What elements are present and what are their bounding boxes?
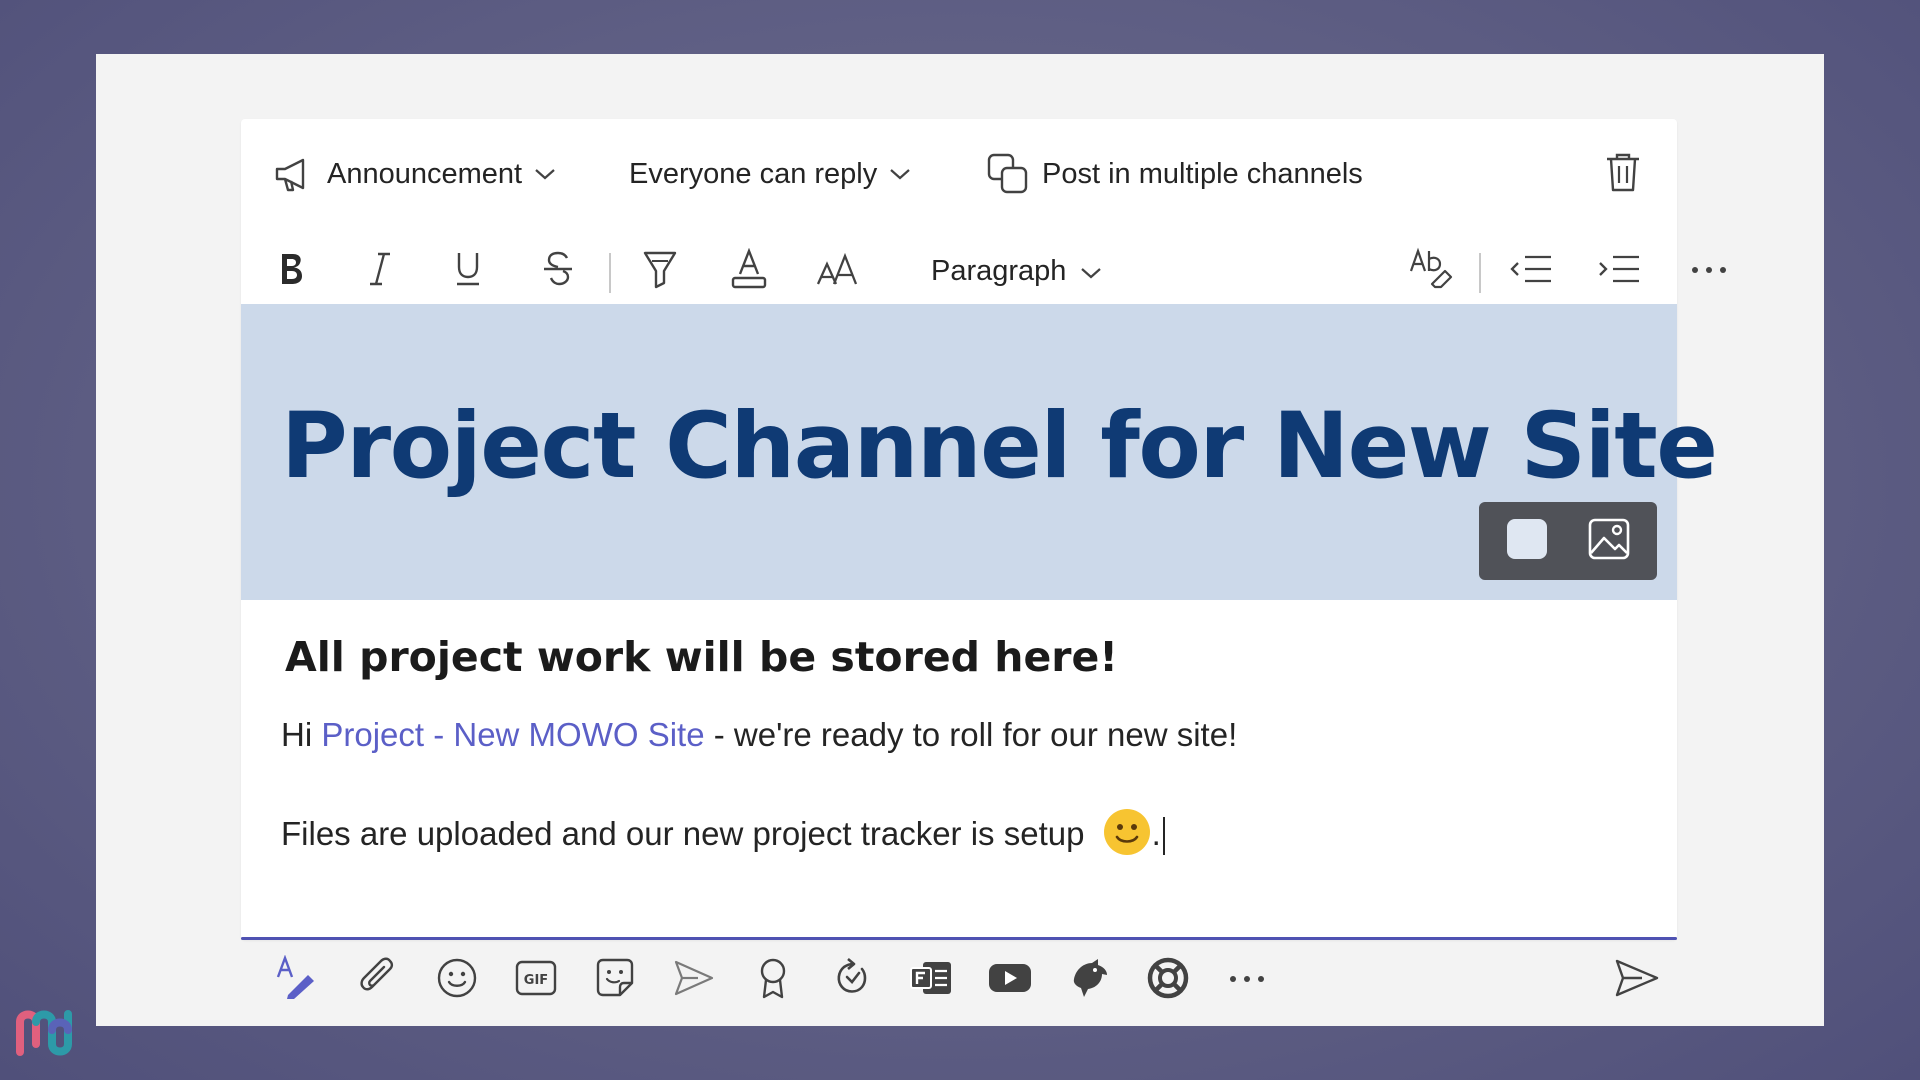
copy-channels-icon	[986, 152, 1030, 196]
post-options-row: Announcement Everyone can reply Post in …	[241, 119, 1677, 231]
more-icon	[1691, 262, 1727, 280]
message-punctuation: .	[1151, 815, 1161, 852]
paragraph-style-dropdown[interactable]: Paragraph	[931, 243, 1102, 299]
strikethrough-button[interactable]	[530, 243, 586, 299]
color-swatch-icon	[1506, 518, 1548, 565]
bird-icon	[1068, 957, 1110, 1004]
message-text: Files are uploaded and our new project t…	[281, 815, 1085, 852]
more-formatting-button[interactable]	[1681, 243, 1737, 299]
app-bird-button[interactable]	[1061, 952, 1117, 1008]
clear-formatting-button[interactable]	[1403, 243, 1459, 299]
send-icon	[1614, 957, 1660, 1004]
formatting-toolbar: Paragraph	[241, 231, 1726, 311]
post-multiple-channels-button[interactable]: Post in multiple channels	[986, 151, 1363, 197]
bold-button[interactable]	[264, 243, 320, 299]
highlighter-icon	[642, 249, 678, 294]
message-line[interactable]: Hi Project - New MOWO Site - we're ready…	[281, 716, 1237, 754]
channel-logo	[14, 1000, 84, 1058]
decrease-indent-icon	[1509, 253, 1553, 290]
font-color-button[interactable]	[721, 243, 777, 299]
youtube-icon	[988, 962, 1032, 999]
youtube-button[interactable]	[982, 952, 1038, 1008]
message-composer: Announcement Everyone can reply Post in …	[241, 119, 1726, 940]
chevron-down-icon	[889, 167, 911, 181]
gif-icon: GIF	[515, 959, 557, 1002]
sticker-button[interactable]	[587, 952, 643, 1008]
increase-indent-icon	[1597, 253, 1641, 290]
increase-indent-button[interactable]	[1591, 243, 1647, 299]
message-line[interactable]: Files are uploaded and our new project t…	[281, 809, 1165, 857]
text-cursor	[1162, 817, 1165, 856]
compose-actions-toolbar: GIF	[241, 944, 1677, 1016]
help-app-button[interactable]	[1140, 952, 1196, 1008]
composer-focus-underline	[241, 937, 1677, 940]
format-icon	[276, 954, 322, 1006]
attach-button[interactable]	[350, 952, 406, 1008]
send-button[interactable]	[1609, 952, 1665, 1008]
clear-formatting-icon	[1409, 247, 1453, 296]
strikethrough-icon	[542, 250, 574, 293]
banner-tools	[1479, 502, 1657, 580]
svg-text:GIF: GIF	[524, 973, 548, 988]
font-color-icon	[730, 247, 768, 295]
greeting-text: Hi	[281, 716, 322, 753]
subject-heading[interactable]: All project work will be stored here!	[285, 633, 1118, 681]
bold-icon	[277, 251, 307, 292]
reply-setting-label: Everyone can reply	[629, 157, 878, 190]
meet-now-button[interactable]	[666, 952, 722, 1008]
format-button[interactable]	[271, 952, 327, 1008]
emoji-button[interactable]	[429, 952, 485, 1008]
image-icon	[1588, 518, 1630, 565]
more-icon	[1229, 971, 1265, 989]
post-multiple-channels-label: Post in multiple channels	[1042, 157, 1363, 190]
banner-color-button[interactable]	[1503, 517, 1551, 565]
attach-icon	[358, 957, 398, 1004]
sticker-icon	[594, 957, 636, 1004]
channel-mention[interactable]: Project - New MOWO Site	[321, 716, 704, 753]
italic-icon	[365, 251, 395, 292]
underline-icon	[453, 250, 483, 293]
praise-button[interactable]	[745, 952, 801, 1008]
banner-headline[interactable]: Project Channel for New Site	[281, 394, 1718, 499]
underline-button[interactable]	[440, 243, 496, 299]
more-apps-button[interactable]	[1219, 952, 1275, 1008]
paragraph-style-label: Paragraph	[931, 254, 1067, 287]
italic-button[interactable]	[352, 243, 408, 299]
chevron-down-icon	[1080, 255, 1102, 288]
forms-button[interactable]	[903, 952, 959, 1008]
decrease-indent-button[interactable]	[1503, 243, 1559, 299]
delete-button[interactable]	[1601, 151, 1645, 197]
message-text: - we're ready to roll for our new site!	[704, 716, 1238, 753]
font-size-button[interactable]	[810, 243, 866, 299]
gif-button[interactable]: GIF	[508, 952, 564, 1008]
toolbar-separator	[609, 253, 611, 293]
announcement-banner: Project Channel for New Site	[241, 304, 1718, 600]
praise-icon	[756, 956, 790, 1005]
highlight-button[interactable]	[632, 243, 688, 299]
loop-icon	[832, 957, 872, 1004]
toolbar-separator	[1479, 253, 1481, 293]
font-size-icon	[816, 251, 860, 292]
help-icon	[1146, 956, 1190, 1005]
banner-image-button[interactable]	[1585, 517, 1633, 565]
loop-button[interactable]	[824, 952, 880, 1008]
reply-setting-dropdown[interactable]: Everyone can reply	[629, 151, 911, 197]
meet-icon	[672, 958, 716, 1003]
chevron-down-icon	[534, 167, 556, 181]
forms-icon	[909, 958, 953, 1003]
announcement-dropdown[interactable]: Announcement	[273, 151, 556, 197]
announcement-label: Announcement	[327, 157, 523, 190]
emoji-icon	[436, 957, 478, 1004]
trash-icon	[1604, 151, 1642, 198]
smile-emoji-icon	[1102, 807, 1152, 857]
megaphone-icon	[273, 154, 315, 194]
